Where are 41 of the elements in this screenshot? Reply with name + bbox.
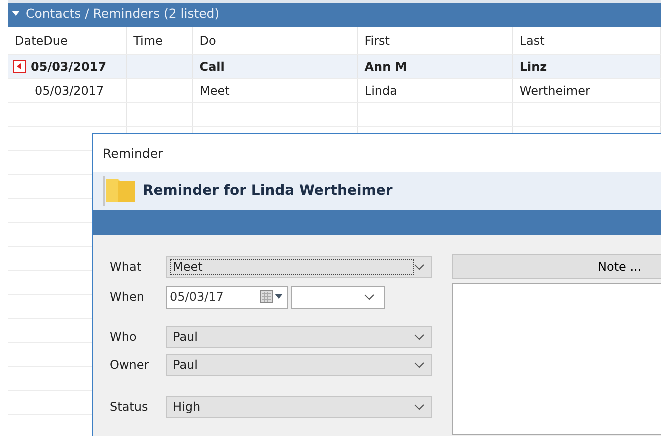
- chevron-down-icon: [414, 404, 425, 410]
- table-cell: 05/03/2017: [31, 60, 107, 74]
- table-cell: Meet: [200, 84, 230, 98]
- combo-box[interactable]: Meet: [166, 256, 432, 278]
- table-row[interactable]: 05/03/2017 Call Ann M Linz: [8, 55, 661, 79]
- field-label: Owner: [110, 358, 150, 372]
- chevron-down-icon: [414, 264, 425, 270]
- column-header[interactable]: First: [358, 27, 513, 54]
- chevron-down-icon: [364, 294, 375, 300]
- table-cell: Wertheimer: [520, 84, 590, 98]
- column-header[interactable]: Do: [192, 27, 358, 54]
- chevron-down-icon: [414, 334, 425, 340]
- combo-box[interactable]: Paul: [166, 354, 432, 376]
- table-cell: Linz: [520, 60, 548, 74]
- flag-icon: [101, 176, 137, 206]
- chevron-down-icon: [414, 362, 425, 368]
- field-label: When: [110, 290, 146, 304]
- panel-header[interactable]: Contacts / Reminders (2 listed): [8, 0, 661, 27]
- combo-box[interactable]: High: [166, 396, 432, 418]
- field-label: What: [110, 260, 143, 274]
- note-field[interactable]: [452, 283, 661, 435]
- row-indicator-icon: [13, 60, 26, 73]
- field-label: Status: [110, 400, 150, 414]
- date-field[interactable]: 05/03/17: [166, 286, 288, 308]
- window-title: Reminder: [103, 146, 164, 160]
- column-header[interactable]: DateDue: [8, 27, 127, 54]
- table-cell: Call: [200, 60, 225, 74]
- combo-box[interactable]: Paul: [166, 326, 432, 348]
- calendar-icon[interactable]: [260, 290, 284, 304]
- table-cell: Linda: [364, 84, 398, 98]
- table-row[interactable]: 05/03/2017 Meet Linda Wertheimer: [8, 79, 661, 103]
- dialog-heading: Reminder for Linda Wertheimer: [143, 183, 393, 199]
- table-cell: Ann M: [364, 60, 408, 74]
- time-field[interactable]: [291, 286, 385, 308]
- note-button[interactable]: Note ...: [452, 254, 661, 279]
- panel-title: Contacts / Reminders (2 listed): [26, 6, 220, 21]
- collapse-icon[interactable]: [12, 10, 20, 16]
- column-header[interactable]: Last: [512, 27, 661, 54]
- column-header[interactable]: Time: [126, 27, 193, 54]
- field-label: Who: [110, 330, 138, 344]
- table-cell: 05/03/2017: [35, 84, 104, 98]
